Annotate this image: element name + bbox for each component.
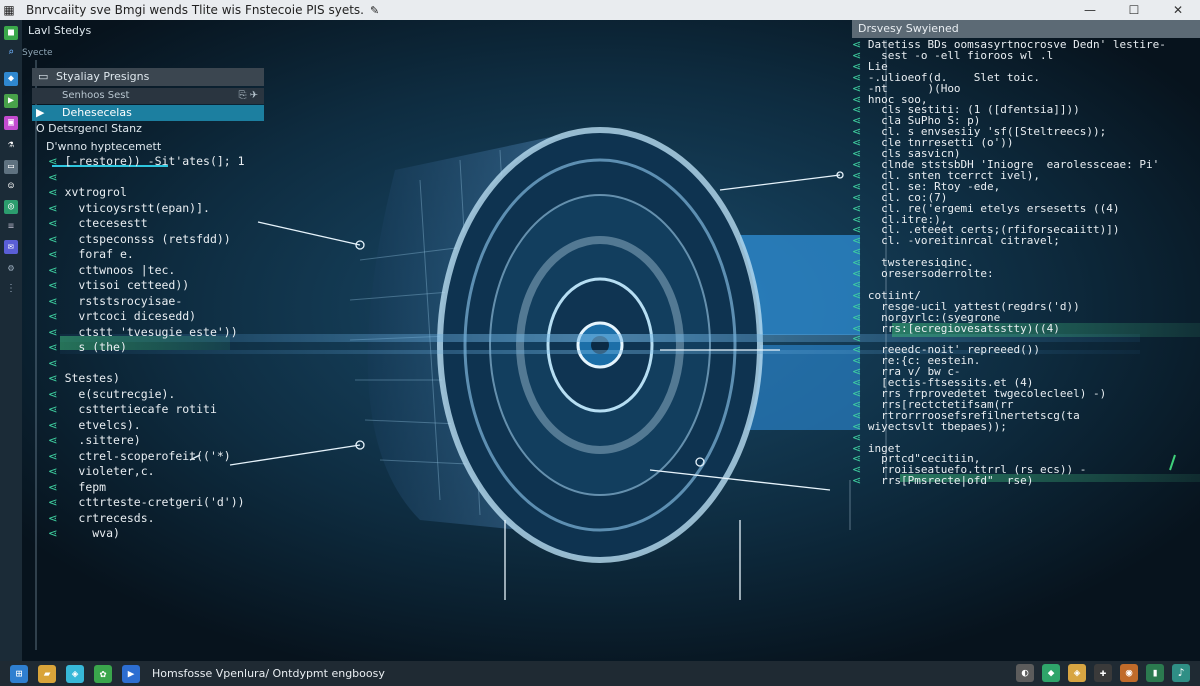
sidebar-title: Lavl Stedys xyxy=(28,24,92,37)
right-code-editor[interactable]: Datetiss BDs oomsasyrtnocrosve Dedn' les… xyxy=(852,39,1166,487)
code-line: foraf e. xyxy=(48,247,245,263)
folder-icon[interactable]: ▰ xyxy=(38,664,56,683)
tray-sync-icon[interactable]: ◉ xyxy=(1120,664,1138,682)
extensions-icon[interactable]: ▣ xyxy=(4,116,18,130)
taskbar-window-label[interactable]: Homsfosse Vpenlura/ Ontdypmt engboosy xyxy=(152,667,385,680)
code-line: cttrteste-cretgeri('d')) xyxy=(48,495,244,511)
sidebar-section-label: Senhoos Sest xyxy=(62,90,130,101)
code-line: csttertiecafe rotiti xyxy=(48,402,245,418)
tray-cloud-icon[interactable]: ◈ xyxy=(1068,664,1086,682)
code-line: ctspeconsss (retsfdd)) xyxy=(48,232,245,248)
code-line xyxy=(48,170,245,186)
remote-icon[interactable]: ◎ xyxy=(4,200,18,214)
outline-icon[interactable]: ≡ xyxy=(4,220,18,234)
expand-arrow-icon: ▶ xyxy=(36,106,45,119)
sidebar-item-label: Detsrgencl Stanz xyxy=(48,122,142,135)
more-icon[interactable]: ⋮ xyxy=(4,282,18,296)
taskbar: ⊞ ▰ ◈ ✿ ▶ Homsfosse Vpenlura/ Ontdypmt e… xyxy=(0,661,1200,686)
code-line: e(scutrecgie). xyxy=(48,387,245,403)
maximize-button[interactable]: ☐ xyxy=(1112,0,1156,20)
sidebar-item-selected[interactable]: ▶ Dehesecelas xyxy=(32,105,264,121)
left-code-editor[interactable]: [-restore)) -Sit'ates(]; 1 xvtrogrol vtic… xyxy=(48,154,245,542)
right-panel-header: Drsvesy Swyiened xyxy=(852,20,1200,38)
code-line: wva) xyxy=(48,526,245,542)
accounts-icon[interactable]: ☺ xyxy=(4,180,18,194)
code-line: s (the) xyxy=(48,340,245,356)
system-tray: ◐ ◆ ◈ ✚ ◉ ▮ ♪ xyxy=(1008,664,1190,682)
sidebar-tab-icon: ▭ xyxy=(38,70,49,83)
code-line: cl. -voreitinrcal citravel; xyxy=(852,235,1166,247)
code-line: vtisoi cetteed)) xyxy=(48,278,245,294)
code-line: sest -o -ell fioroos wl .l xyxy=(852,50,1166,62)
code-line: Stestes) xyxy=(48,371,245,387)
code-line: cttwnoos |tec. xyxy=(48,263,245,279)
browser-icon[interactable]: ◈ xyxy=(66,664,84,683)
sidebar-item-label: D'wnno hyptecemett xyxy=(46,140,162,153)
code-line: ctecesestt xyxy=(48,216,245,232)
sidebar-tab-label: Styaliay Presigns xyxy=(56,70,150,83)
test-icon[interactable]: ⚗ xyxy=(4,138,18,152)
code-line: crtrecesds. xyxy=(48,511,245,527)
tray-battery-icon[interactable]: ▮ xyxy=(1146,664,1164,682)
code-line: rststsrocyisae- xyxy=(48,294,245,310)
code-line: ctrel-scoperofeit(('*) xyxy=(48,449,245,465)
code-line: xvtrogrol xyxy=(48,185,245,201)
window-title-bar: ▦ Bnrvcaiity sve Bmgi wends Tlite wis Fn… xyxy=(0,0,1200,20)
start-icon[interactable]: ⊞ xyxy=(10,664,28,683)
circle-icon: O xyxy=(36,122,49,135)
activity-bar: ■ ⌕ ◆ ▶ ▣ ⚗ ▭ ☺ ◎ ≡ ✉ ⚙ ⋮ xyxy=(0,20,22,661)
window-controls: — ☐ ✕ xyxy=(1068,0,1200,20)
source-control-icon[interactable]: ◆ xyxy=(4,72,18,86)
code-line: .sittere) xyxy=(48,433,245,449)
sidebar-tab[interactable]: ▭ Styaliay Presigns xyxy=(32,68,264,86)
minimize-button[interactable]: — xyxy=(1068,0,1112,20)
search-icon[interactable]: ⌕ xyxy=(4,46,18,60)
code-line: fepm xyxy=(48,480,245,496)
section-actions-icon[interactable]: ⎘ ✈ xyxy=(238,88,258,104)
close-button[interactable]: ✕ xyxy=(1156,0,1200,20)
window-title: Bnrvcaiity sve Bmgi wends Tlite wis Fnst… xyxy=(26,3,364,17)
sidebar-item-2[interactable]: D'wnno hyptecemett xyxy=(46,140,161,153)
editor-icon[interactable]: ▶ xyxy=(122,664,140,683)
tray-chat-icon[interactable]: ◆ xyxy=(1042,664,1060,682)
code-line: wiyectsvlt tbepaes)); xyxy=(852,421,1166,433)
code-line: vrtcoci dicesedd) xyxy=(48,309,245,325)
code-line: ctstt 'tvesugie este')) xyxy=(48,325,245,341)
app-menu-icon[interactable]: ▦ xyxy=(0,3,18,17)
sidebar-section-row[interactable]: Senhoos Sest ⎘ ✈ xyxy=(32,88,264,104)
code-line: violeter,c. xyxy=(48,464,245,480)
edit-pencil-icon[interactable]: ✎ xyxy=(370,4,379,17)
mail-icon[interactable]: ✉ xyxy=(4,240,18,254)
settings-icon[interactable]: ⚙ xyxy=(4,262,18,276)
code-line: [-restore)) -Sit'ates(]; 1 xyxy=(48,154,245,170)
code-line: oresersoderrolte: xyxy=(852,268,1166,280)
code-line xyxy=(48,356,245,372)
tray-shield-icon[interactable]: ✚ xyxy=(1094,664,1112,682)
tray-network-icon[interactable]: ◐ xyxy=(1016,664,1034,682)
app-icon[interactable]: ✿ xyxy=(94,664,112,683)
sidebar-subtitle: Syecte xyxy=(22,48,53,58)
explorer-icon[interactable]: ■ xyxy=(4,26,18,40)
code-line: rrs[Pmsrecte|ofd" rse) xyxy=(852,475,1166,487)
code-line: rrs:[ecregiovesatsstty)((4) xyxy=(852,323,1166,335)
code-line: etvelcs). xyxy=(48,418,245,434)
sidebar-item-1[interactable]: O Detsrgencl Stanz xyxy=(36,122,142,135)
terminal-icon[interactable]: ▭ xyxy=(4,160,18,174)
code-line: vticoysrstt(epan)]. xyxy=(48,201,245,217)
tray-volume-icon[interactable]: ♪ xyxy=(1172,664,1190,682)
debug-icon[interactable]: ▶ xyxy=(4,94,18,108)
sidebar-item-label: Dehesecelas xyxy=(62,106,132,119)
